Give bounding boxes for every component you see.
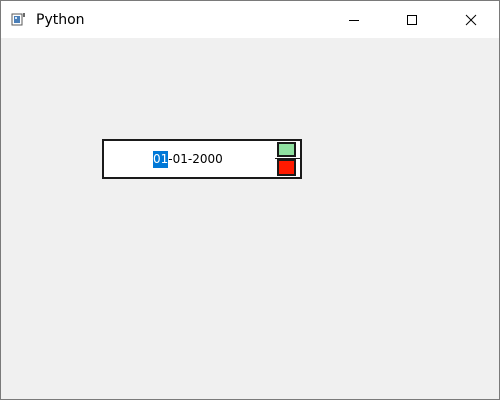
close-icon	[465, 14, 477, 25]
spin-down-button[interactable]	[277, 159, 296, 176]
day-segment-selected[interactable]: 01	[153, 151, 169, 168]
title-bar[interactable]: Python	[1, 1, 499, 38]
maximize-icon	[407, 14, 417, 25]
spin-divider	[300, 141, 301, 177]
maximize-button[interactable]	[389, 1, 435, 38]
date-rest[interactable]: -01-2000	[168, 152, 222, 166]
minimize-button[interactable]	[331, 1, 377, 38]
spin-up-button[interactable]	[277, 142, 296, 157]
close-button[interactable]	[448, 1, 494, 38]
client-area	[1, 38, 499, 399]
date-edit[interactable]: 01-01-2000	[102, 139, 302, 179]
app-window: Python 01-01-2000	[0, 0, 500, 400]
python-app-icon	[11, 13, 25, 26]
spin-buttons	[275, 141, 302, 177]
minimize-icon	[349, 19, 359, 21]
date-value[interactable]: 01-01-2000	[153, 151, 223, 168]
window-title: Python	[36, 12, 85, 28]
